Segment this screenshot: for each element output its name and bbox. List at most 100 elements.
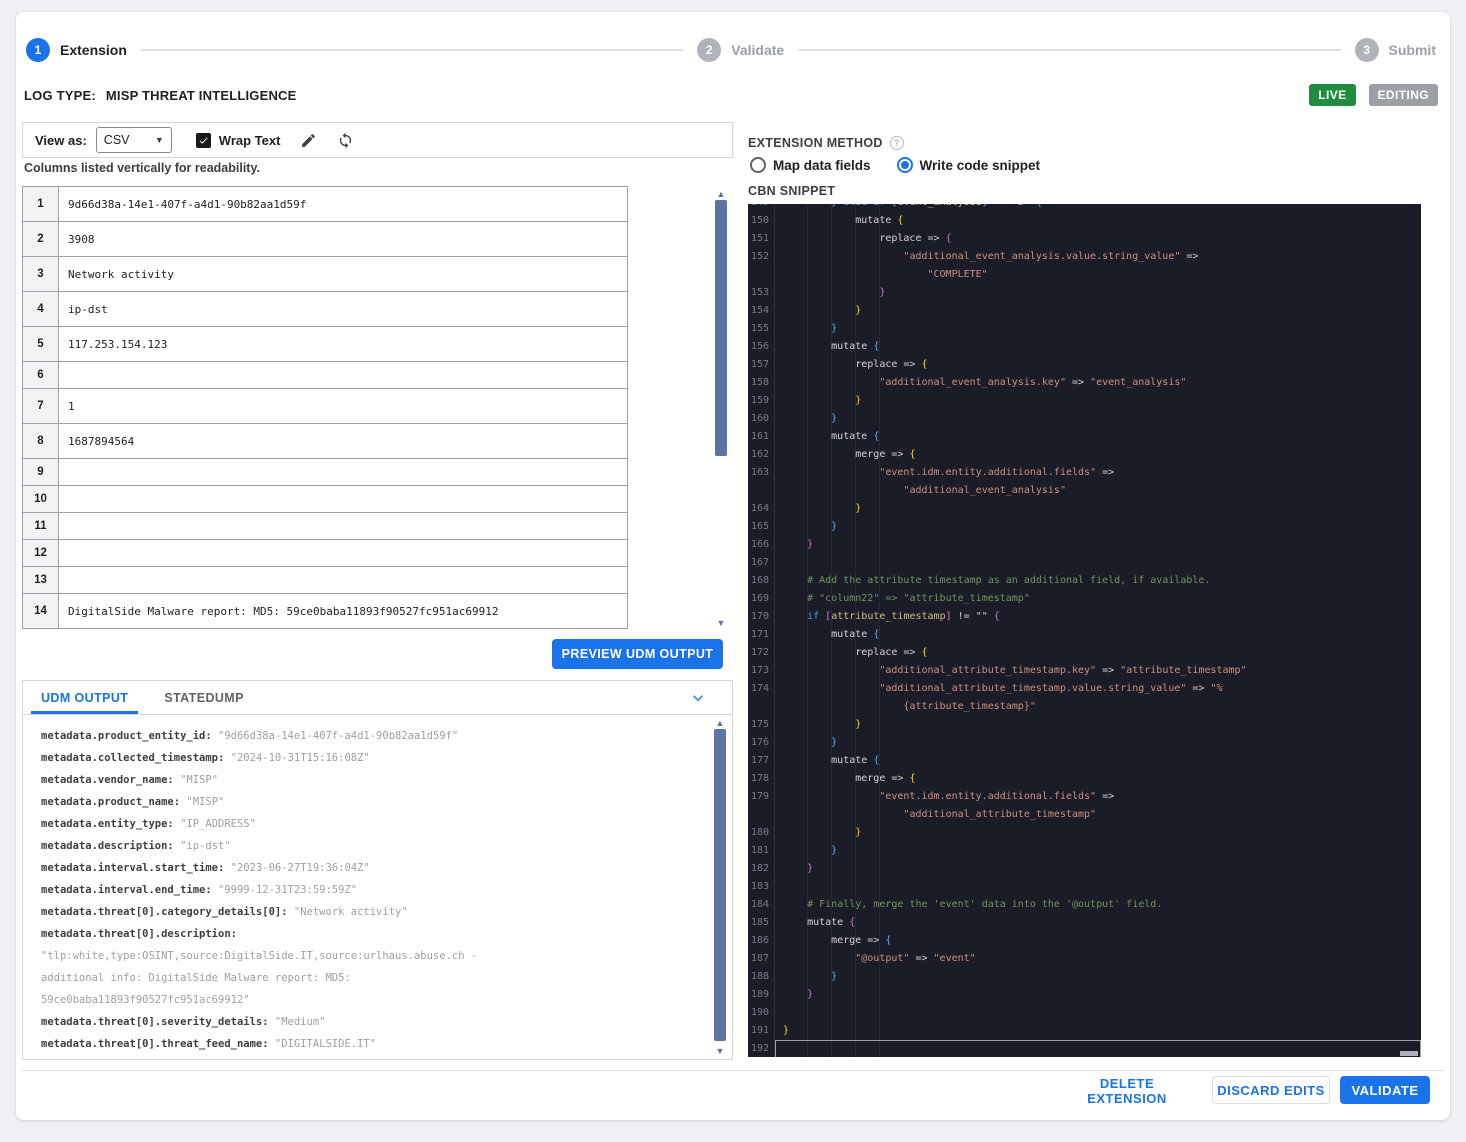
discard-edits-button[interactable]: DISCARD EDITS <box>1212 1076 1330 1104</box>
code-line[interactable]: 183 <box>748 878 1421 896</box>
help-icon[interactable]: ? <box>889 136 904 150</box>
row-value[interactable] <box>59 362 627 388</box>
code-line[interactable]: 168 # Add the attribute timestamp as an … <box>748 572 1421 590</box>
line-number: 151 <box>748 230 775 248</box>
code-line[interactable]: 176 } <box>748 734 1421 752</box>
row-value[interactable]: 1 <box>59 389 627 423</box>
row-value[interactable] <box>59 513 627 539</box>
row-value[interactable]: 3908 <box>59 222 627 256</box>
scroll-down-icon[interactable]: ▼ <box>712 1046 728 1056</box>
line-number: 155 <box>748 320 775 338</box>
code-line[interactable]: 165 } <box>748 518 1421 536</box>
code-line[interactable]: 179 "event.idm.entity.additional.fields"… <box>748 788 1421 824</box>
code-line[interactable]: 180 } <box>748 824 1421 842</box>
code-line[interactable]: 164 } <box>748 500 1421 518</box>
scroll-up-icon[interactable]: ▲ <box>712 718 728 728</box>
code-line[interactable]: 150 mutate { <box>748 212 1421 230</box>
code-line[interactable]: 175 } <box>748 716 1421 734</box>
code-line[interactable]: 192 <box>748 1040 1421 1057</box>
code-line[interactable]: 155 } <box>748 320 1421 338</box>
code-text: merge => { <box>783 449 916 460</box>
code-line[interactable]: 163 "event.idm.entity.additional.fields"… <box>748 464 1421 500</box>
radio-circle[interactable] <box>896 157 913 173</box>
code-line[interactable]: 149 } else if [event_analysis] == "2" { <box>748 204 1421 212</box>
row-value[interactable]: 9d66d38a-14e1-407f-a4d1-90b82aa1d59f <box>59 187 627 221</box>
code-line[interactable]: 189 } <box>748 986 1421 1004</box>
code-line[interactable]: 188 } <box>748 968 1421 986</box>
code-line[interactable]: 173 "additional_attribute_timestamp.key"… <box>748 662 1421 680</box>
udm-key: metadata.collected_timestamp: <box>41 752 225 764</box>
code-line[interactable]: 156 mutate { <box>748 338 1421 356</box>
row-value[interactable]: 117.253.154.123 <box>59 327 627 361</box>
row-value[interactable]: Network activity <box>59 257 627 291</box>
udm-key: metadata.description: <box>41 840 174 852</box>
line-number: 162 <box>748 446 775 464</box>
radio-map-data-fields[interactable]: Map data fields <box>750 157 871 173</box>
code-line[interactable]: 191} <box>748 1022 1421 1040</box>
validate-button[interactable]: VALIDATE <box>1340 1076 1430 1104</box>
stepper-step-submit[interactable]: 3 <box>1354 38 1379 62</box>
code-line[interactable]: 171 mutate { <box>748 626 1421 644</box>
preview-udm-output-button[interactable]: PREVIEW UDM OUTPUT <box>552 639 723 669</box>
view-as-select[interactable]: CSV ▼ <box>95 127 172 153</box>
code-line[interactable]: 170 if [attribute_timestamp] != "" { <box>748 608 1421 626</box>
code-line[interactable]: 152 "additional_event_analysis.value.str… <box>748 248 1421 284</box>
code-line[interactable]: 167 <box>748 554 1421 572</box>
stepper-step-validate[interactable]: 2 <box>697 38 722 62</box>
scroll-down-icon[interactable]: ▼ <box>713 618 729 628</box>
table-row: 5 117.253.154.123 <box>23 327 627 362</box>
code-line[interactable]: 181 } <box>748 842 1421 860</box>
code-line[interactable]: 169 # "column22" => "attribute_timestamp… <box>748 590 1421 608</box>
line-number: 182 <box>748 860 775 878</box>
udm-line: "tlp:white,type:OSINT,source:DigitalSide… <box>41 945 491 1011</box>
code-line[interactable]: 177 mutate { <box>748 752 1421 770</box>
row-value[interactable] <box>59 486 627 512</box>
row-value[interactable] <box>59 540 627 566</box>
code-line[interactable]: 172 replace => { <box>748 644 1421 662</box>
code-line[interactable]: 153 } <box>748 284 1421 302</box>
edit-pencil-icon[interactable] <box>300 132 317 149</box>
refresh-icon[interactable] <box>337 132 354 149</box>
udm-scrollbar[interactable]: ▲ ▼ <box>712 716 728 1058</box>
code-line[interactable]: 178 merge => { <box>748 770 1421 788</box>
collapse-chevron-icon[interactable] <box>688 688 708 708</box>
row-value[interactable] <box>59 459 627 485</box>
wrap-text-checkbox[interactable] <box>195 132 211 148</box>
scroll-up-icon[interactable]: ▲ <box>713 189 729 199</box>
row-value[interactable]: 1687894564 <box>59 424 627 458</box>
code-text: mutate { <box>783 917 856 928</box>
view-as-value: CSV <box>103 133 130 147</box>
code-line[interactable]: 184 # Finally, merge the 'event' data in… <box>748 896 1421 914</box>
radio-write-code-snippet[interactable]: Write code snippet <box>896 157 1040 173</box>
code-line[interactable]: 159 } <box>748 392 1421 410</box>
code-line[interactable]: 174 "additional_attribute_timestamp.valu… <box>748 680 1421 716</box>
code-line[interactable]: 182 } <box>748 860 1421 878</box>
table-scrollbar[interactable]: ▲ ▼ <box>713 187 729 630</box>
scrollbar-thumb[interactable] <box>715 200 727 456</box>
editor-hscroll-thumb[interactable] <box>1400 1051 1418 1056</box>
code-line[interactable]: 151 replace => { <box>748 230 1421 248</box>
code-text: mutate { <box>783 215 904 226</box>
scrollbar-thumb[interactable] <box>714 729 726 1041</box>
stepper-step-extension[interactable]: 1 <box>26 38 50 62</box>
code-line[interactable]: 161 mutate { <box>748 428 1421 446</box>
row-value[interactable]: DigitalSide Malware report: MD5: 59ce0ba… <box>59 594 627 628</box>
tab-statedump[interactable]: STATEDUMP <box>146 681 262 714</box>
delete-extension-button[interactable]: DELETE EXTENSION <box>1062 1076 1192 1106</box>
code-line[interactable]: 154 } <box>748 302 1421 320</box>
code-line[interactable]: 190 <box>748 1004 1421 1022</box>
code-line[interactable]: 166 } <box>748 536 1421 554</box>
code-line[interactable]: 187 "@output" => "event" <box>748 950 1421 968</box>
code-line[interactable]: 186 merge => { <box>748 932 1421 950</box>
cbn-code-editor[interactable]: 149 } else if [event_analysis] == "2" {1… <box>748 204 1421 1057</box>
code-line[interactable]: 158 "additional_event_analysis.key" => "… <box>748 374 1421 392</box>
row-value[interactable]: ip-dst <box>59 292 627 326</box>
code-line[interactable]: 162 merge => { <box>748 446 1421 464</box>
code-line[interactable]: 185 mutate { <box>748 914 1421 932</box>
chevron-down-icon: ▼ <box>154 135 164 145</box>
radio-circle[interactable] <box>750 157 766 173</box>
code-line[interactable]: 160 } <box>748 410 1421 428</box>
row-value[interactable] <box>59 567 627 593</box>
tab-udm-output[interactable]: UDM OUTPUT <box>23 681 146 714</box>
code-line[interactable]: 157 replace => { <box>748 356 1421 374</box>
